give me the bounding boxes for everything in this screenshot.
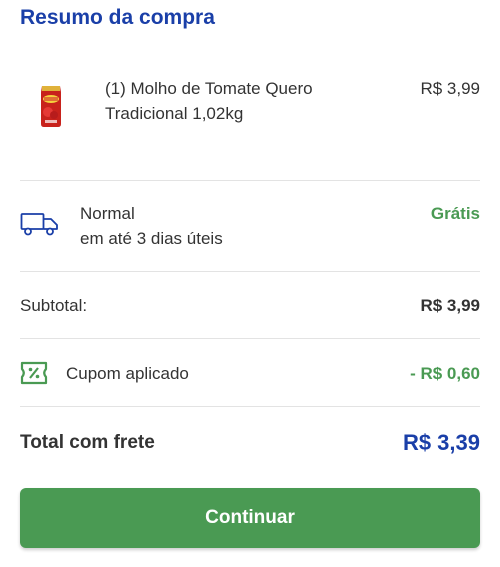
truck-icon <box>20 213 58 236</box>
divider <box>20 271 480 272</box>
product-thumbnail-icon <box>41 86 61 127</box>
product-row: (1) Molho de Tomate Quero Tradicional 1,… <box>20 72 480 142</box>
subtotal-label: Subtotal: <box>20 296 88 315</box>
coupon-label: Cupom aplicado <box>66 364 189 383</box>
shipping-method-name: Normal <box>80 204 135 223</box>
divider <box>20 180 480 181</box>
coupon-row: Cupom aplicado - R$ 0,60 <box>20 360 480 388</box>
coupon-discount-value: - R$ 0,60 <box>410 364 480 383</box>
page-title: Resumo da compra <box>20 6 215 29</box>
total-row: Total com frete R$ 3,39 <box>20 428 480 458</box>
product-name: (1) Molho de Tomate Quero Tradicional 1,… <box>105 79 313 123</box>
shipping-row: Normal em até 3 dias úteis Grátis <box>20 200 480 256</box>
subtotal-value: R$ 3,99 <box>420 296 480 315</box>
shipping-price: Grátis <box>430 204 480 223</box>
divider <box>20 406 480 407</box>
subtotal-row: Subtotal: R$ 3,99 <box>20 293 480 319</box>
continue-button[interactable]: Continuar <box>20 488 480 548</box>
product-price: R$ 3,99 <box>420 79 480 98</box>
total-value: R$ 3,39 <box>402 430 480 455</box>
coupon-icon <box>20 361 48 385</box>
divider <box>20 338 480 339</box>
total-label: Total com frete <box>20 432 155 453</box>
shipping-delivery-time: em até 3 dias úteis <box>80 229 223 248</box>
